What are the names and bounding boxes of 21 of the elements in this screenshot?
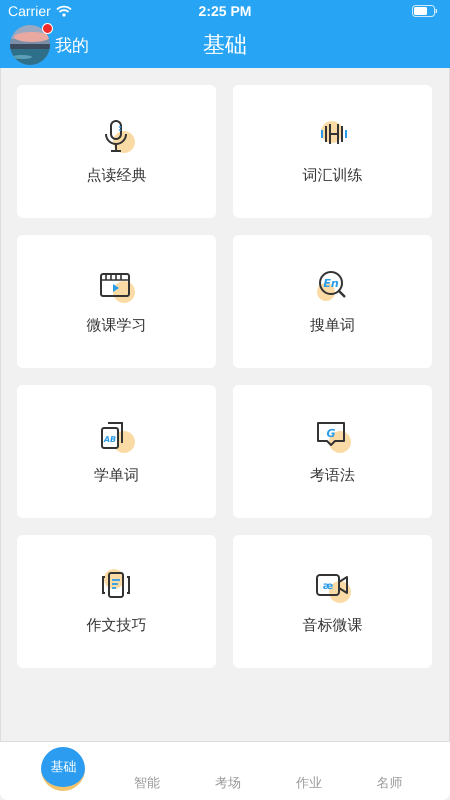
- battery-icon: [412, 5, 438, 17]
- time-label: 2:25 PM: [198, 3, 252, 19]
- feature-card[interactable]: 微课学习: [17, 235, 216, 368]
- card-label: 作文技巧: [86, 616, 146, 635]
- card-label: 音标微课: [302, 616, 362, 635]
- feature-card[interactable]: 词汇训练: [233, 85, 432, 218]
- feature-card[interactable]: æ 音标微课: [233, 535, 432, 668]
- feature-card[interactable]: G 考语法: [233, 385, 432, 518]
- card-label: 微课学习: [86, 316, 146, 335]
- page-title: 基础: [203, 32, 247, 60]
- card-label: 搜单词: [310, 316, 355, 335]
- card-label: 考语法: [310, 466, 355, 485]
- wifi-icon: [56, 5, 72, 17]
- carrier-label: Carrier: [8, 3, 51, 19]
- feature-card[interactable]: AB 学单词: [17, 385, 216, 518]
- card-label: 点读经典: [86, 166, 146, 185]
- feature-card[interactable]: 点读经典: [17, 85, 216, 218]
- card-label: 词汇训练: [302, 166, 362, 185]
- card-label: 学单词: [94, 466, 139, 485]
- feature-card[interactable]: En 搜单词: [233, 235, 432, 368]
- feature-card[interactable]: 作文技巧: [17, 535, 216, 668]
